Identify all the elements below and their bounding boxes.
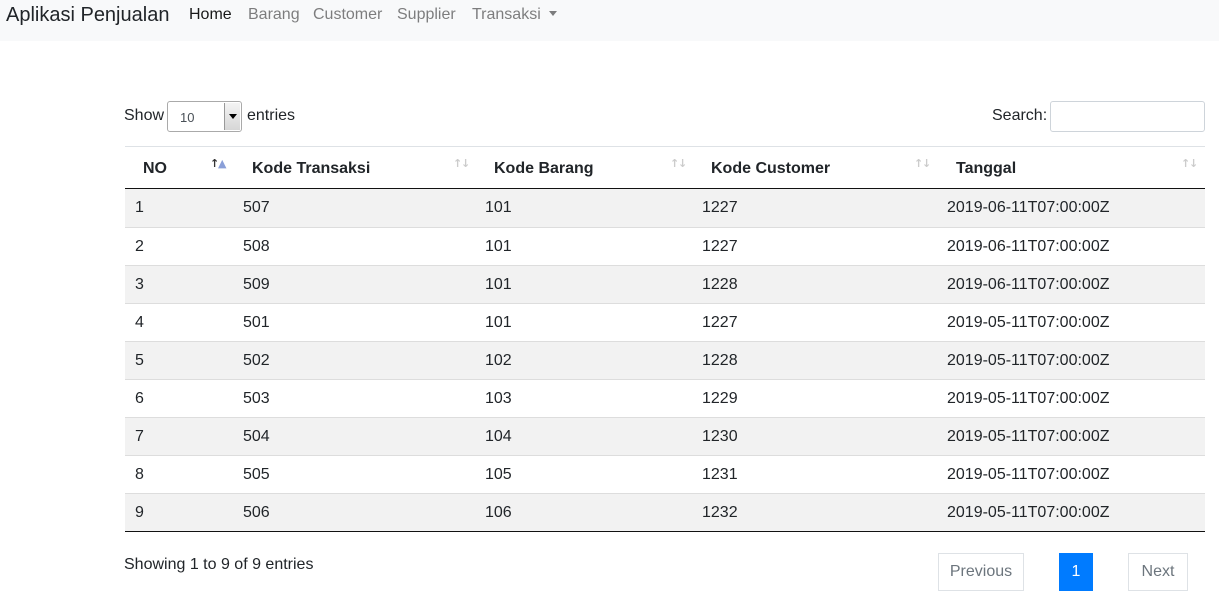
cell-kode-transaksi: 503 (243, 390, 270, 407)
cell-tanggal: 2019-06-11T07:00:00Z (947, 276, 1110, 293)
column-label: Kode Barang (494, 160, 594, 177)
sort-ascending-icon: ↑ ▲ (210, 157, 227, 170)
transactions-table: NO ↑ ▲ Kode Transaksi ↑ ↓ Kode Barang ↑ ↓ K… (125, 146, 1205, 532)
table-row: 4 501 101 1227 2019-05-11T07:00:00Z (125, 303, 1205, 341)
cell-kode-barang: 104 (485, 428, 512, 445)
entries-length-value: 10 (180, 110, 195, 125)
page-1-button[interactable]: 1 (1059, 553, 1093, 591)
show-label: Show (124, 107, 165, 124)
cell-kode-barang: 101 (485, 314, 512, 331)
table-info: Showing 1 to 9 of 9 entries (124, 556, 314, 573)
cell-kode-barang: 103 (485, 390, 512, 407)
cell-kode-customer: 1231 (702, 466, 738, 483)
sort-icon: ↑ ↓ (670, 157, 688, 170)
cell-no: 5 (135, 352, 144, 369)
cell-kode-transaksi: 505 (243, 466, 270, 483)
navbar-brand[interactable]: Aplikasi Penjualan (6, 4, 169, 27)
navbar: Aplikasi Penjualan Home Barang Customer … (0, 0, 1219, 41)
cell-kode-customer: 1230 (702, 428, 738, 445)
column-header-kode-transaksi[interactable]: Kode Transaksi ↑ ↓ (233, 147, 475, 189)
column-header-kode-customer[interactable]: Kode Customer ↑ ↓ (692, 147, 937, 189)
cell-kode-transaksi: 504 (243, 428, 270, 445)
cell-kode-barang: 106 (485, 504, 512, 521)
cell-tanggal: 2019-06-11T07:00:00Z (947, 199, 1110, 216)
nav-home[interactable]: Home (189, 6, 232, 24)
cell-kode-customer: 1227 (702, 314, 738, 331)
nav-transaksi-dropdown[interactable]: Transaksi (472, 6, 557, 24)
cell-tanggal: 2019-05-11T07:00:00Z (947, 352, 1110, 369)
cell-no: 7 (135, 428, 144, 445)
cell-kode-customer: 1228 (702, 352, 738, 369)
cell-no: 1 (135, 199, 144, 216)
table-header: NO ↑ ▲ Kode Transaksi ↑ ↓ Kode Barang ↑ ↓ K… (125, 147, 1205, 189)
table-row: 5 502 102 1228 2019-05-11T07:00:00Z (125, 341, 1205, 379)
cell-no: 6 (135, 390, 144, 407)
cell-kode-customer: 1227 (702, 199, 738, 216)
sort-icon: ↑ ↓ (1181, 157, 1199, 170)
cell-tanggal: 2019-05-11T07:00:00Z (947, 390, 1110, 407)
nav-barang[interactable]: Barang (248, 6, 300, 24)
nav-customer[interactable]: Customer (313, 6, 382, 24)
column-header-no[interactable]: NO ↑ ▲ (125, 147, 233, 189)
sort-icon: ↑ ↓ (914, 157, 932, 170)
caret-down-icon (548, 11, 557, 16)
cell-tanggal: 2019-06-11T07:00:00Z (947, 238, 1110, 255)
nav-transaksi-label: Transaksi (472, 6, 541, 23)
entries-label: entries (247, 107, 296, 124)
cell-tanggal: 2019-05-11T07:00:00Z (947, 314, 1110, 331)
table-row: 1 507 101 1227 2019-06-11T07:00:00Z (125, 189, 1205, 227)
cell-kode-transaksi: 502 (243, 352, 270, 369)
chevron-down-icon[interactable] (224, 103, 240, 130)
search-label: Search: (992, 107, 1048, 124)
cell-tanggal: 2019-05-11T07:00:00Z (947, 504, 1110, 521)
cell-tanggal: 2019-05-11T07:00:00Z (947, 428, 1110, 445)
table-row: 9 506 106 1232 2019-05-11T07:00:00Z (125, 493, 1205, 531)
cell-kode-transaksi: 501 (243, 314, 270, 331)
entries-length-select[interactable]: 10 (167, 101, 242, 132)
column-header-kode-barang[interactable]: Kode Barang ↑ ↓ (475, 147, 692, 189)
cell-tanggal: 2019-05-11T07:00:00Z (947, 466, 1110, 483)
next-page-button[interactable]: Next (1128, 553, 1188, 591)
previous-page-button[interactable]: Previous (938, 553, 1024, 591)
cell-kode-customer: 1232 (702, 504, 738, 521)
column-label: Kode Transaksi (252, 160, 371, 177)
search-input[interactable] (1050, 101, 1205, 132)
cell-kode-customer: 1227 (702, 238, 738, 255)
cell-no: 9 (135, 504, 144, 521)
cell-kode-barang: 105 (485, 466, 512, 483)
table-row: 3 509 101 1228 2019-06-11T07:00:00Z (125, 265, 1205, 303)
cell-kode-barang: 101 (485, 199, 512, 216)
column-label: Tanggal (956, 160, 1017, 177)
column-label: Kode Customer (711, 160, 831, 177)
cell-kode-barang: 102 (485, 352, 512, 369)
cell-no: 3 (135, 276, 144, 293)
cell-kode-transaksi: 508 (243, 238, 270, 255)
column-header-tanggal[interactable]: Tanggal ↑ ↓ (937, 147, 1205, 189)
cell-kode-barang: 101 (485, 276, 512, 293)
cell-kode-customer: 1228 (702, 276, 738, 293)
column-label: NO (143, 160, 167, 177)
table-row: 7 504 104 1230 2019-05-11T07:00:00Z (125, 417, 1205, 455)
sort-icon: ↑ ↓ (453, 157, 471, 170)
cell-kode-transaksi: 507 (243, 199, 270, 216)
cell-no: 2 (135, 238, 144, 255)
table-body: 1 507 101 1227 2019-06-11T07:00:00Z 2 50… (125, 189, 1205, 532)
table-row: 6 503 103 1229 2019-05-11T07:00:00Z (125, 379, 1205, 417)
nav-supplier[interactable]: Supplier (397, 6, 456, 24)
cell-kode-customer: 1229 (702, 390, 738, 407)
cell-no: 4 (135, 314, 144, 331)
cell-kode-transaksi: 506 (243, 504, 270, 521)
cell-kode-barang: 101 (485, 238, 512, 255)
table-row: 2 508 101 1227 2019-06-11T07:00:00Z (125, 227, 1205, 265)
cell-no: 8 (135, 466, 144, 483)
table-row: 8 505 105 1231 2019-05-11T07:00:00Z (125, 455, 1205, 493)
cell-kode-transaksi: 509 (243, 276, 270, 293)
